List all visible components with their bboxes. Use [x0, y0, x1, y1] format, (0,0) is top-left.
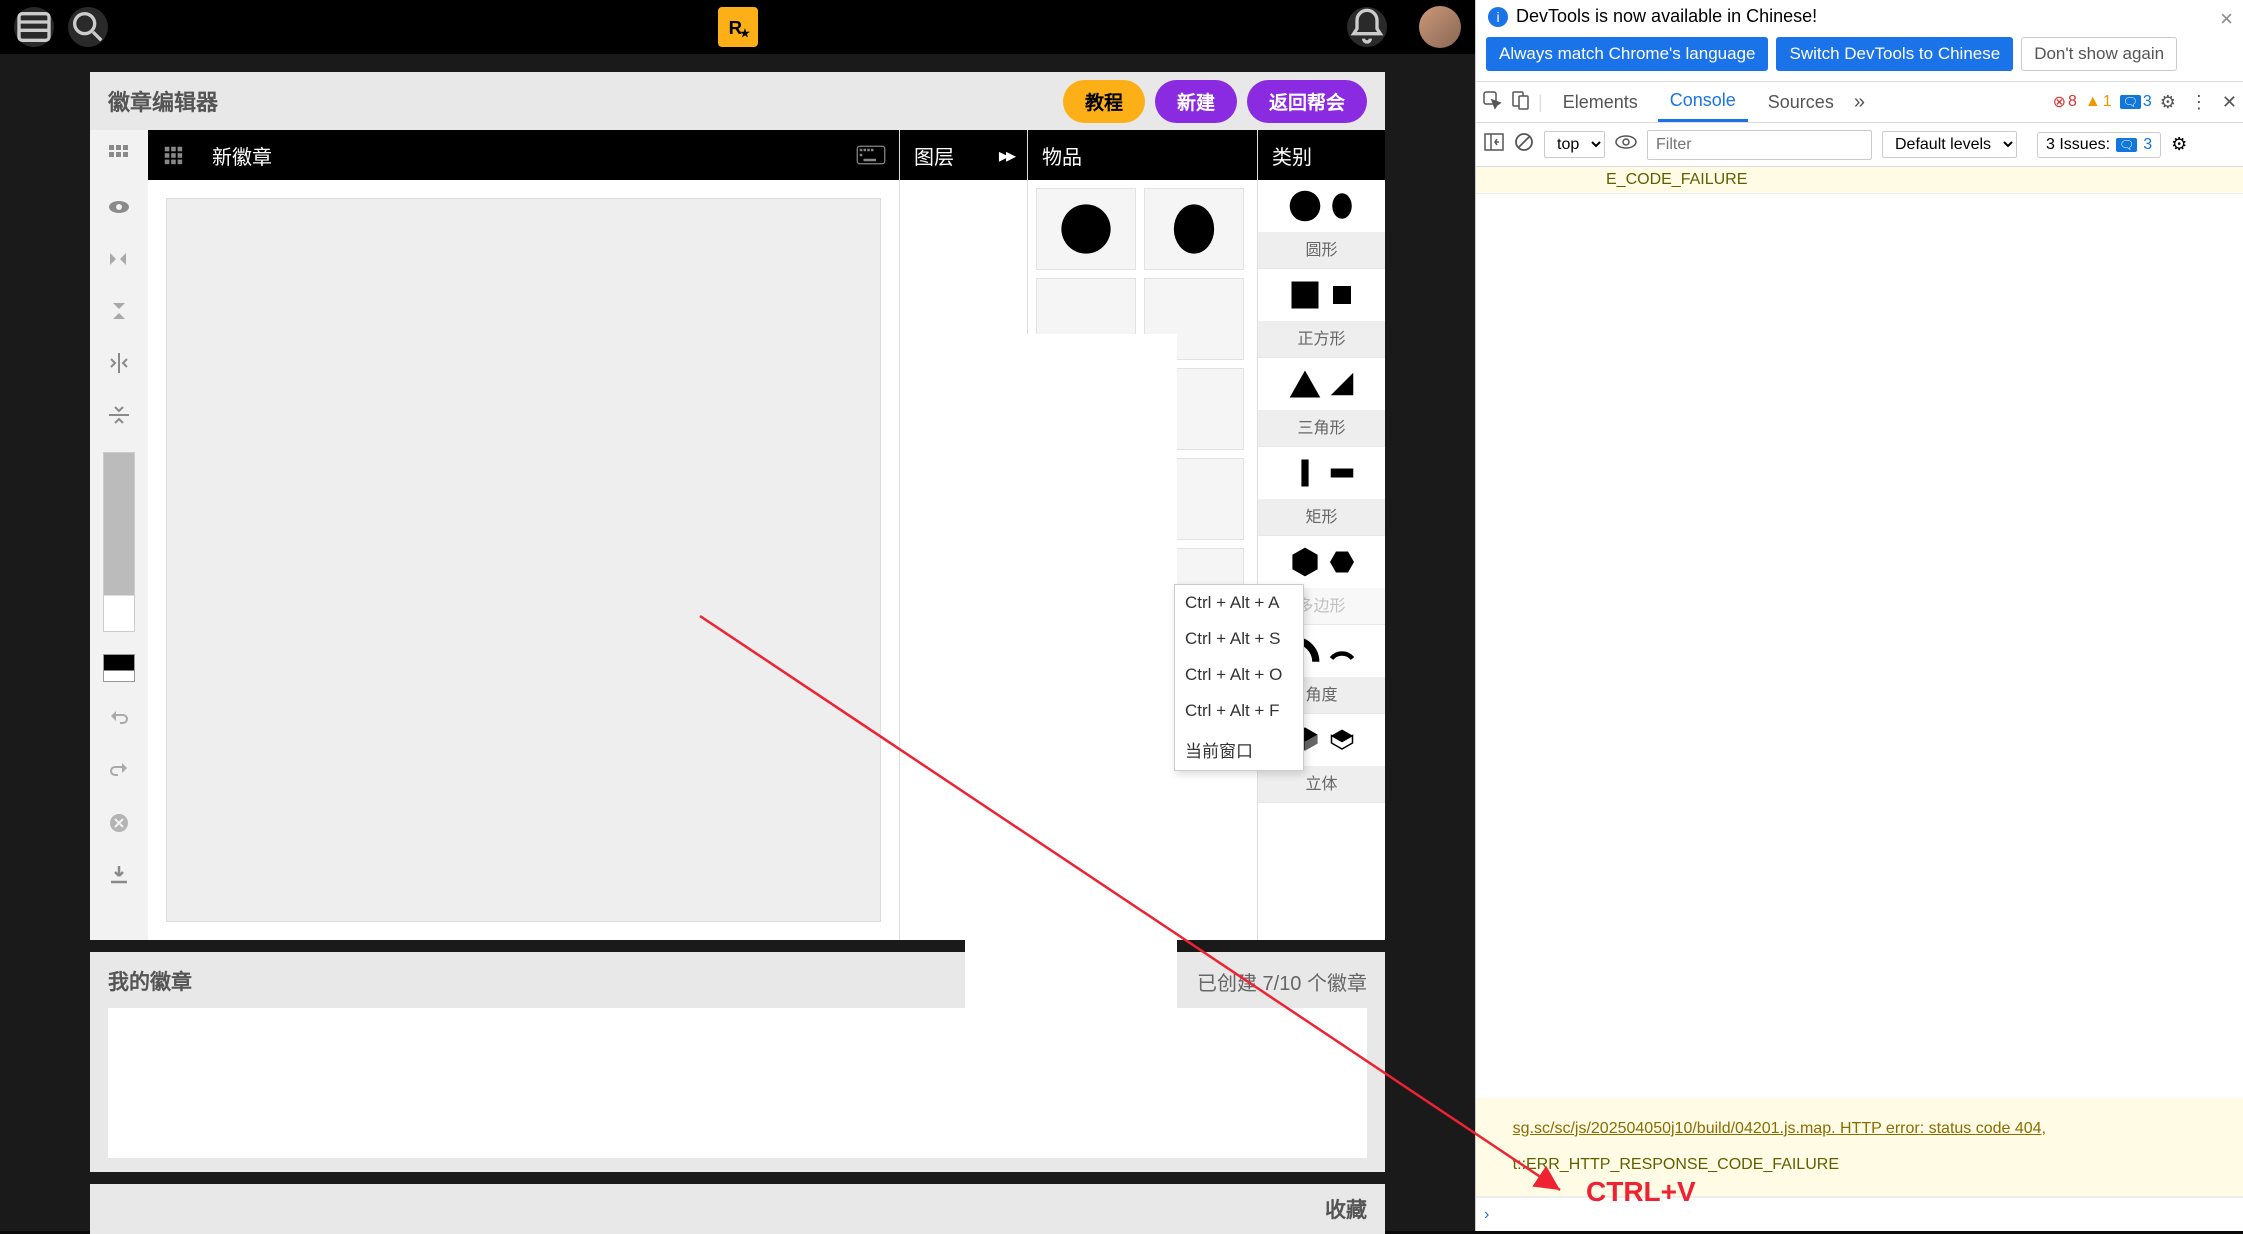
- ctx-item[interactable]: Ctrl + Alt + O: [1175, 657, 1303, 693]
- levels-select[interactable]: Default levels: [1882, 131, 2017, 158]
- page-title: 徽章编辑器: [108, 85, 218, 117]
- annotation-text: CTRL+V: [1586, 1176, 1696, 1208]
- notifications-icon[interactable]: [1347, 7, 1387, 47]
- warning-badge[interactable]: ▲1: [2085, 93, 2112, 111]
- filter-input[interactable]: [1647, 130, 1872, 160]
- category-circle[interactable]: 圆形: [1258, 180, 1385, 269]
- devtools-tabs: | Elements Console Sources » ⊗8 ▲1 🗨3 ⚙ …: [1476, 81, 2243, 123]
- ctx-item[interactable]: Ctrl + Alt + A: [1175, 585, 1303, 621]
- overlay-popup: [965, 334, 1177, 1147]
- close-icon[interactable]: ×: [2220, 6, 2233, 32]
- download-icon[interactable]: [101, 860, 137, 890]
- emblems-strip[interactable]: [108, 1008, 1367, 1158]
- console-message: E_CODE_FAILURE: [1476, 167, 2243, 194]
- gear-icon[interactable]: ⚙: [2171, 134, 2187, 155]
- ctx-item[interactable]: Ctrl + Alt + S: [1175, 621, 1303, 657]
- eye-icon[interactable]: [101, 192, 137, 222]
- tool-sidebar: [90, 130, 148, 940]
- align-vertical-icon[interactable]: [101, 400, 137, 430]
- category-square[interactable]: 正方形: [1258, 269, 1385, 358]
- info-icon: i: [1488, 7, 1508, 27]
- shape-circle[interactable]: [1036, 188, 1136, 270]
- device-icon[interactable]: [1510, 90, 1530, 115]
- editor-header: 徽章编辑器 教程 新建 返回帮会: [90, 72, 1385, 130]
- devtools-banner: i DevTools is now available in Chinese! …: [1476, 0, 2243, 33]
- canvas-title: 新徽章: [198, 141, 843, 170]
- new-button[interactable]: 新建: [1155, 80, 1237, 123]
- keyboard-icon[interactable]: [843, 145, 899, 165]
- match-language-button[interactable]: Always match Chrome's language: [1486, 37, 1768, 71]
- top-nav: R★: [0, 0, 1475, 54]
- flip-vertical-icon[interactable]: [101, 296, 137, 326]
- favorites-title: 收藏: [1325, 1194, 1367, 1224]
- banner-text: DevTools is now available in Chinese!: [1516, 6, 1817, 27]
- tab-sources[interactable]: Sources: [1756, 84, 1846, 121]
- close-devtools-icon[interactable]: ✕: [2222, 92, 2237, 113]
- sidebar-toggle-icon[interactable]: [1484, 133, 1504, 156]
- issues-pill[interactable]: 3 Issues: 🗨 3: [2037, 132, 2161, 158]
- my-emblems-title: 我的徽章: [108, 966, 192, 996]
- shape-ellipse[interactable]: [1144, 188, 1244, 270]
- my-emblems-panel: 我的徽章 已创建 7/10 个徽章: [90, 952, 1385, 1172]
- tab-elements[interactable]: Elements: [1551, 84, 1650, 121]
- categories-label: 类别: [1272, 141, 1312, 170]
- expand-layers-icon[interactable]: ▸▸: [999, 143, 1013, 168]
- inspect-icon[interactable]: [1482, 90, 1502, 115]
- more-tabs-icon[interactable]: »: [1854, 91, 1865, 114]
- gear-icon[interactable]: ⚙: [2160, 92, 2176, 113]
- undo-icon[interactable]: [101, 704, 137, 734]
- editor-frame: 徽章编辑器 教程 新建 返回帮会: [90, 72, 1385, 940]
- info-badge[interactable]: 🗨3: [2120, 93, 2152, 111]
- return-crew-button[interactable]: 返回帮会: [1247, 80, 1367, 123]
- layers-label: 图层: [914, 141, 954, 170]
- rockstar-logo[interactable]: R★: [718, 7, 758, 47]
- tutorial-button[interactable]: 教程: [1063, 80, 1145, 123]
- context-select[interactable]: top: [1544, 131, 1605, 158]
- grid-tool-icon[interactable]: [101, 140, 137, 170]
- devtools-panel: i DevTools is now available in Chinese! …: [1475, 0, 2243, 1231]
- category-triangle[interactable]: 三角形: [1258, 358, 1385, 447]
- tab-console[interactable]: Console: [1658, 82, 1748, 122]
- switch-chinese-button[interactable]: Switch DevTools to Chinese: [1776, 37, 2013, 71]
- context-menu: Ctrl + Alt + A Ctrl + Alt + S Ctrl + Alt…: [1174, 584, 1304, 771]
- eye-icon[interactable]: [1615, 134, 1637, 155]
- color-swatch[interactable]: [103, 654, 135, 682]
- delete-icon[interactable]: [101, 808, 137, 838]
- flip-horizontal-icon[interactable]: [101, 244, 137, 274]
- emblem-canvas[interactable]: [166, 198, 881, 922]
- dont-show-button[interactable]: Don't show again: [2021, 37, 2177, 71]
- redo-icon[interactable]: [101, 756, 137, 786]
- ctx-item[interactable]: 当前窗口: [1175, 729, 1303, 770]
- console-toolbar: top Default levels 3 Issues: 🗨 3 ⚙: [1476, 123, 2243, 167]
- kebab-icon[interactable]: ⋮: [2184, 92, 2214, 113]
- grid-toggle-icon[interactable]: [148, 144, 198, 166]
- menu-icon[interactable]: [14, 7, 54, 47]
- emblem-count: 已创建 7/10 个徽章: [1197, 967, 1367, 996]
- align-horizontal-icon[interactable]: [101, 348, 137, 378]
- items-label: 物品: [1042, 141, 1082, 170]
- search-icon[interactable]: [68, 7, 108, 47]
- svg-text:★: ★: [739, 26, 751, 41]
- categories-panel: 类别 圆形 正方形 三角形 矩形: [1257, 130, 1385, 940]
- ctx-item[interactable]: Ctrl + Alt + F: [1175, 693, 1303, 729]
- error-badge[interactable]: ⊗8: [2053, 92, 2077, 112]
- opacity-slider[interactable]: [103, 452, 135, 632]
- console-output[interactable]: E_CODE_FAILURE sg.sc/sc/js/202504050j10/…: [1476, 167, 2243, 1231]
- avatar[interactable]: [1419, 6, 1461, 48]
- favorites-panel: 收藏: [90, 1184, 1385, 1234]
- category-rectangle[interactable]: 矩形: [1258, 447, 1385, 536]
- clear-console-icon[interactable]: [1514, 132, 1534, 157]
